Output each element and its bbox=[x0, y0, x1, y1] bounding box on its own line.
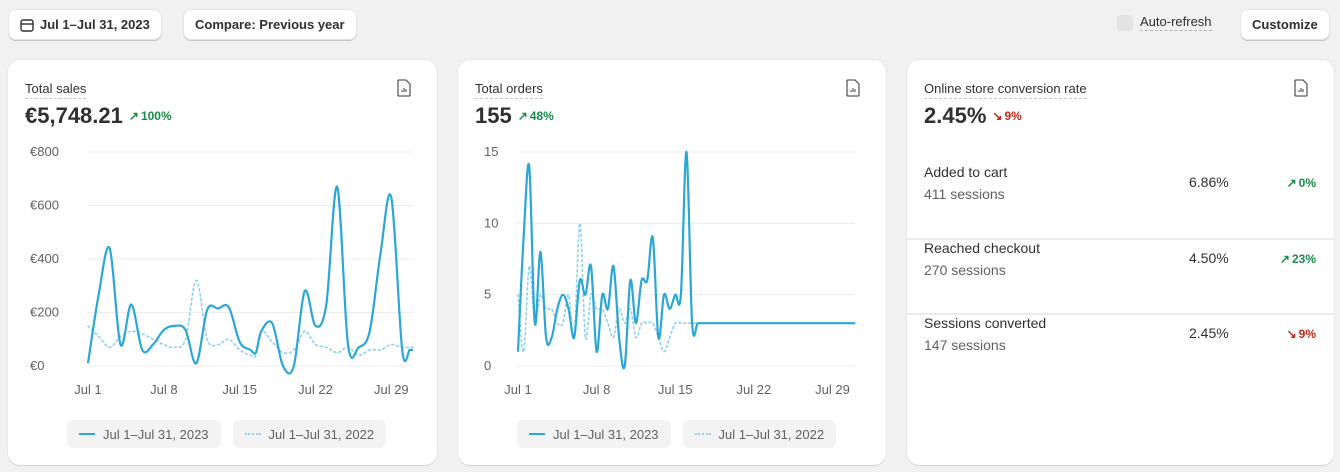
funnel-change: ↗ 23% bbox=[1280, 252, 1316, 266]
funnel-sessions: 270 sessions bbox=[924, 262, 1006, 278]
x-tick-label: Jul 15 bbox=[658, 382, 693, 397]
funnel-label: Sessions converted bbox=[924, 315, 1047, 331]
x-tick-label: Jul 8 bbox=[583, 382, 610, 397]
funnel-sessions: 147 sessions bbox=[924, 337, 1006, 353]
funnel-rate: 4.50% bbox=[1189, 250, 1229, 266]
customize-label: Customize bbox=[1252, 17, 1318, 32]
funnel-change-value: 9% bbox=[1298, 327, 1316, 341]
arrow-up-icon: ↗ bbox=[1279, 252, 1290, 266]
date-range-button[interactable]: Jul 1–Jul 31, 2023 bbox=[8, 9, 162, 40]
y-tick-label: €200 bbox=[30, 305, 59, 320]
compare-button[interactable]: Compare: Previous year bbox=[183, 9, 357, 40]
arrow-down-icon: ↘ bbox=[1286, 327, 1297, 341]
legend-previous[interactable]: Jul 1–Jul 31, 2022 bbox=[682, 420, 837, 448]
date-range-label: Jul 1–Jul 31, 2023 bbox=[40, 17, 150, 32]
funnel-rate: 6.86% bbox=[1189, 174, 1229, 190]
series-line-previous bbox=[517, 222, 856, 353]
y-tick-label: €600 bbox=[30, 198, 59, 213]
funnel-change-value: 0% bbox=[1298, 176, 1316, 190]
conversion-rate-amount: 2.45% bbox=[924, 103, 987, 128]
legend-current[interactable]: Jul 1–Jul 31, 2023 bbox=[67, 420, 221, 448]
legend-swatch-previous bbox=[244, 433, 261, 435]
series-line-current bbox=[86, 185, 414, 375]
total-orders-chart: 0 5 10 15 Jul 1 Jul 8 Jul 15 Jul 22 Jul 29 bbox=[484, 144, 856, 397]
conversion-rate-title[interactable]: Online store conversion rate bbox=[924, 81, 1087, 99]
legend-previous[interactable]: Jul 1–Jul 31, 2022 bbox=[232, 420, 387, 448]
conversion-rate-value: 2.45% ↘ 9% bbox=[924, 103, 1022, 129]
y-tick-label: 10 bbox=[484, 215, 498, 230]
funnel-change: ↘ 9% bbox=[1287, 327, 1316, 341]
auto-refresh-toggle[interactable]: Auto-refresh bbox=[1117, 14, 1212, 31]
funnel-change: ↗ 0% bbox=[1287, 176, 1316, 190]
legend-swatch-current bbox=[529, 433, 545, 435]
x-tick-label: Jul 29 bbox=[374, 382, 409, 397]
total-orders-legend: Jul 1–Jul 31, 2023 Jul 1–Jul 31, 2022 bbox=[517, 420, 837, 448]
auto-refresh-label: Auto-refresh bbox=[1140, 14, 1212, 31]
y-tick-label: €800 bbox=[30, 144, 59, 159]
auto-refresh-checkbox[interactable] bbox=[1117, 14, 1133, 31]
funnel-rate: 2.45% bbox=[1189, 325, 1229, 341]
report-icon[interactable] bbox=[1293, 79, 1309, 97]
conversion-rate-change-value: 9% bbox=[1004, 109, 1022, 123]
x-tick-label: Jul 22 bbox=[737, 382, 772, 397]
y-tick-label: 15 bbox=[484, 144, 498, 159]
customize-button[interactable]: Customize bbox=[1240, 9, 1330, 40]
total-orders-card: Total orders 155 ↗ 48% 0 5 10 15 Jul 1 Jul 8 Jul… bbox=[458, 60, 886, 465]
legend-swatch-current bbox=[79, 433, 95, 435]
x-tick-label: Jul 22 bbox=[298, 382, 333, 397]
funnel-label: Added to cart bbox=[924, 164, 1008, 180]
total-sales-card: Total sales €5,748.21 ↗ 100% €0 €200 €400 €60… bbox=[8, 60, 437, 465]
legend-previous-label: Jul 1–Jul 31, 2022 bbox=[268, 426, 375, 442]
x-tick-label: Jul 8 bbox=[150, 382, 177, 397]
legend-current-label: Jul 1–Jul 31, 2023 bbox=[103, 426, 209, 442]
x-tick-label: Jul 15 bbox=[222, 382, 257, 397]
conversion-rate-card: Online store conversion rate 2.45% ↘ 9% Ad… bbox=[907, 60, 1334, 465]
y-tick-label: €0 bbox=[30, 358, 44, 373]
x-tick-label: Jul 1 bbox=[74, 382, 101, 397]
series-line-current bbox=[516, 150, 855, 370]
x-tick-label: Jul 1 bbox=[504, 382, 531, 397]
x-tick-label: Jul 29 bbox=[815, 382, 850, 397]
funnel-row-reached-checkout: Reached checkout 270 sessions 4.50% ↗ 23% bbox=[907, 239, 1334, 314]
y-tick-label: €400 bbox=[30, 251, 59, 266]
series-line-previous bbox=[87, 279, 414, 359]
legend-current-label: Jul 1–Jul 31, 2023 bbox=[553, 426, 659, 442]
funnel-row-added-to-cart: Added to cart 411 sessions 6.86% ↗ 0% bbox=[907, 164, 1334, 239]
arrow-down-icon: ↘ bbox=[992, 109, 1003, 123]
calendar-icon bbox=[20, 18, 34, 32]
funnel-label: Reached checkout bbox=[924, 240, 1040, 256]
legend-previous-label: Jul 1–Jul 31, 2022 bbox=[718, 426, 825, 442]
legend-current[interactable]: Jul 1–Jul 31, 2023 bbox=[517, 420, 671, 448]
conversion-rate-change: ↘ 9% bbox=[992, 109, 1021, 123]
total-sales-legend: Jul 1–Jul 31, 2023 Jul 1–Jul 31, 2022 bbox=[67, 420, 387, 448]
total-sales-chart: €0 €200 €400 €600 €800 Jul 1 Jul 8 Jul 15 Jul 22… bbox=[30, 144, 414, 397]
funnel-change-value: 23% bbox=[1291, 252, 1316, 266]
compare-label: Compare: Previous year bbox=[195, 17, 345, 32]
funnel-row-sessions-converted: Sessions converted 147 sessions 2.45% ↘ 9… bbox=[907, 314, 1334, 389]
arrow-up-icon: ↗ bbox=[1286, 176, 1297, 190]
legend-swatch-previous bbox=[694, 433, 711, 435]
funnel-sessions: 411 sessions bbox=[924, 186, 1005, 202]
y-tick-label: 5 bbox=[484, 287, 491, 302]
y-tick-label: 0 bbox=[484, 358, 491, 373]
